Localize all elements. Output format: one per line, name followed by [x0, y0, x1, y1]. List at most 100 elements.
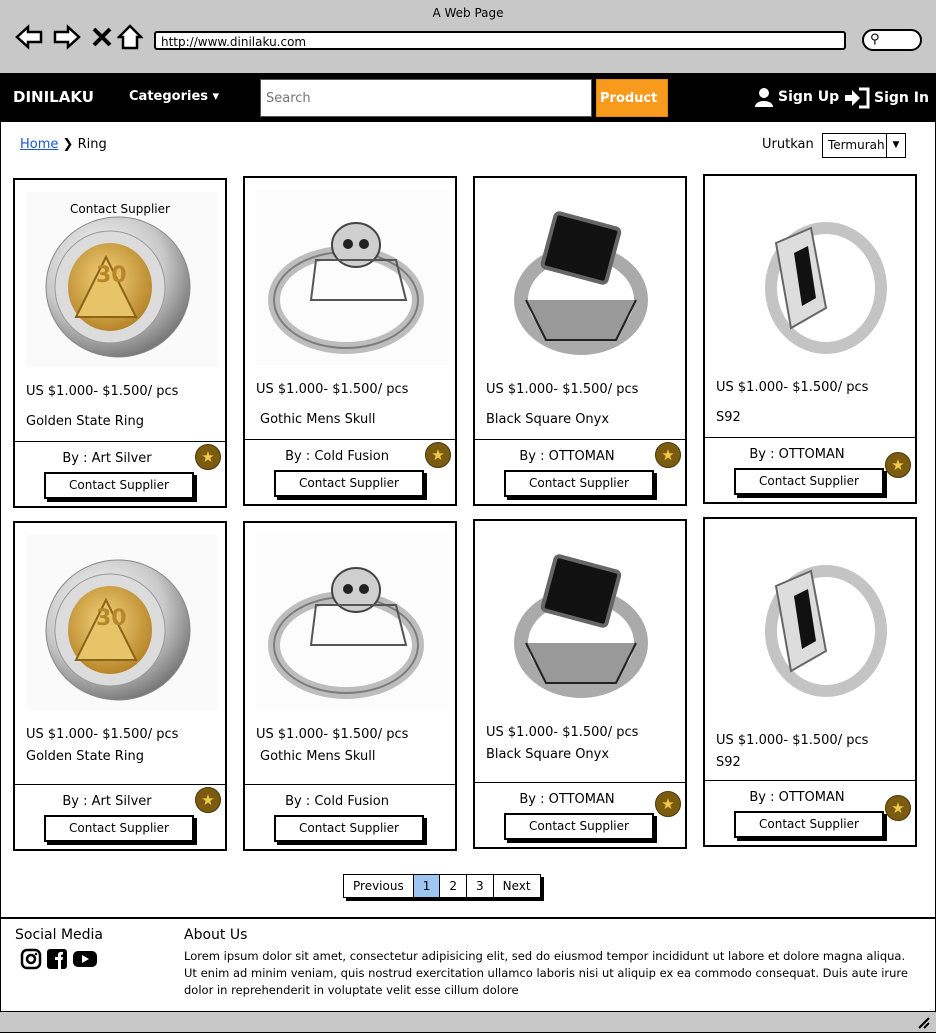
page-button-3[interactable]: 3	[467, 875, 494, 897]
product-image-onyx-ring[interactable]	[486, 533, 678, 708]
star-icon[interactable]: ★	[425, 442, 451, 468]
contact-supplier-button[interactable]: Contact Supplier	[44, 472, 194, 499]
contact-supplier-button[interactable]: Contact Supplier	[504, 470, 654, 497]
supplier-name: By : Art Silver	[62, 451, 152, 466]
contact-supplier-button[interactable]: Contact Supplier	[504, 813, 654, 840]
page-button-1[interactable]: 1	[413, 875, 441, 897]
star-icon[interactable]: ★	[655, 442, 681, 468]
search-icon: ⚲	[870, 32, 880, 47]
home-icon[interactable]	[117, 22, 143, 52]
product-name[interactable]: S92	[716, 755, 741, 770]
about-us-text: Lorem ipsum dolor sit amet, consectetur …	[184, 949, 908, 997]
svg-text:30: 30	[96, 606, 127, 631]
previous-page-button[interactable]: Previous	[344, 875, 414, 897]
divider	[705, 780, 915, 781]
signin-label: Sign In	[874, 90, 929, 106]
divider	[705, 437, 915, 438]
product-price: US $1.000- $1.500/ pcs	[256, 382, 409, 397]
product-price: US $1.000- $1.500/ pcs	[716, 380, 869, 395]
pagination: Previous 1 2 3 Next	[343, 874, 541, 898]
star-icon[interactable]: ★	[195, 444, 221, 470]
browser-chrome: A Web Page http://www.dinilaku.com ⚲	[0, 0, 936, 74]
facebook-icon[interactable]	[46, 948, 68, 970]
contact-supplier-button[interactable]: Contact Supplier	[734, 468, 884, 495]
url-bar[interactable]: http://www.dinilaku.com	[154, 31, 846, 50]
brand-logo[interactable]: DINILAKU	[13, 88, 94, 106]
divider	[245, 784, 455, 785]
resize-grip-icon[interactable]	[916, 1015, 930, 1029]
star-icon[interactable]: ★	[655, 791, 681, 817]
browser-search-field[interactable]: ⚲	[862, 29, 922, 51]
caret-down-icon: ▾	[600, 129, 607, 144]
supplier-name: By : Art Silver	[62, 794, 152, 809]
contact-supplier-button[interactable]: Contact Supplier	[274, 815, 424, 842]
product-card[interactable]: US $1.000- $1.500/ pcs Gothic Mens Skull…	[243, 176, 457, 506]
breadcrumb-current: Ring	[77, 137, 107, 152]
breadcrumb-home-link[interactable]: Home	[20, 137, 58, 152]
product-image-golden-ring[interactable]: 30	[26, 535, 218, 710]
divider	[475, 439, 685, 440]
top-navbar: DINILAKU Categories ▾ Product ▾ Sign Up …	[0, 73, 936, 144]
product-name[interactable]: Golden State Ring	[26, 414, 144, 429]
signin-link[interactable]: Sign In	[844, 87, 929, 109]
product-card[interactable]: US $1.000- $1.500/ pcs Gothic Mens Skull…	[243, 521, 457, 851]
sign-in-icon	[845, 87, 870, 109]
sort-select[interactable]: Termurah ▼	[822, 133, 906, 158]
product-name[interactable]: Gothic Mens Skull	[260, 412, 375, 427]
product-image-golden-ring[interactable]: 30	[26, 192, 218, 367]
sort-value: Termurah	[828, 138, 885, 152]
product-image-silver-ring[interactable]	[716, 531, 908, 706]
chevron-down-icon[interactable]: ▼	[886, 134, 905, 157]
product-name[interactable]: Black Square Onyx	[486, 412, 609, 427]
product-dropdown-button[interactable]: Product ▾	[596, 79, 668, 144]
product-image-onyx-ring[interactable]	[486, 190, 678, 365]
product-name[interactable]: Black Square Onyx	[486, 747, 609, 762]
signup-link[interactable]: Sign Up	[754, 87, 839, 107]
back-icon[interactable]	[14, 22, 44, 52]
divider	[15, 441, 225, 442]
product-image-skull-ring[interactable]	[256, 190, 448, 365]
about-us-title: About Us	[184, 927, 248, 943]
forward-icon[interactable]	[52, 22, 82, 52]
product-name[interactable]: Gothic Mens Skull	[260, 749, 375, 764]
categories-menu[interactable]: Categories ▾	[129, 89, 219, 104]
product-card[interactable]: US $1.000- $1.500/ pcs S92 By : OTTOMAN …	[703, 517, 917, 847]
product-card[interactable]: US $1.000- $1.500/ pcs Black Square Onyx…	[473, 519, 687, 849]
product-name[interactable]: S92	[716, 410, 741, 425]
youtube-icon[interactable]	[72, 948, 98, 970]
footer-divider	[0, 917, 936, 919]
star-icon[interactable]: ★	[885, 795, 911, 821]
image-overlay-text: Contact Supplier	[70, 202, 170, 216]
product-image-silver-ring[interactable]	[716, 188, 908, 363]
user-icon	[755, 88, 773, 107]
contact-supplier-button[interactable]: Contact Supplier	[734, 811, 884, 838]
social-icons	[20, 948, 98, 970]
chevron-right-icon: ❯	[62, 137, 74, 152]
next-page-button[interactable]: Next	[493, 875, 540, 897]
contact-supplier-button[interactable]: Contact Supplier	[44, 815, 194, 842]
product-price: US $1.000- $1.500/ pcs	[26, 384, 179, 399]
star-icon[interactable]: ★	[885, 452, 911, 478]
contact-supplier-button[interactable]: Contact Supplier	[274, 470, 424, 497]
caret-down-icon: ▾	[212, 89, 220, 104]
product-card[interactable]: 30 US $1.000- $1.500/ pcs Golden State R…	[13, 521, 227, 851]
product-image-skull-ring[interactable]	[256, 535, 448, 710]
star-icon[interactable]: ★	[195, 787, 221, 813]
divider	[15, 784, 225, 785]
product-label: Product	[600, 91, 658, 106]
supplier-name: By : OTTOMAN	[519, 792, 615, 807]
search-input[interactable]	[260, 79, 592, 117]
product-card[interactable]: US $1.000- $1.500/ pcs S92 By : OTTOMAN …	[703, 174, 917, 504]
divider	[245, 439, 455, 440]
instagram-icon[interactable]	[20, 948, 42, 970]
supplier-name: By : OTTOMAN	[519, 449, 615, 464]
svg-text:30: 30	[96, 263, 127, 288]
sort-label: Urutkan	[762, 137, 814, 152]
product-card[interactable]: US $1.000- $1.500/ pcs Black Square Onyx…	[473, 176, 687, 506]
signup-label: Sign Up	[778, 89, 840, 105]
page-button-2[interactable]: 2	[440, 875, 467, 897]
product-name[interactable]: Golden State Ring	[26, 749, 144, 764]
product-card[interactable]: 30 Contact Supplier US $1.000- $1.500/ p…	[13, 178, 227, 508]
stop-icon[interactable]	[90, 22, 114, 52]
breadcrumb: Home ❯ Ring	[20, 137, 107, 152]
